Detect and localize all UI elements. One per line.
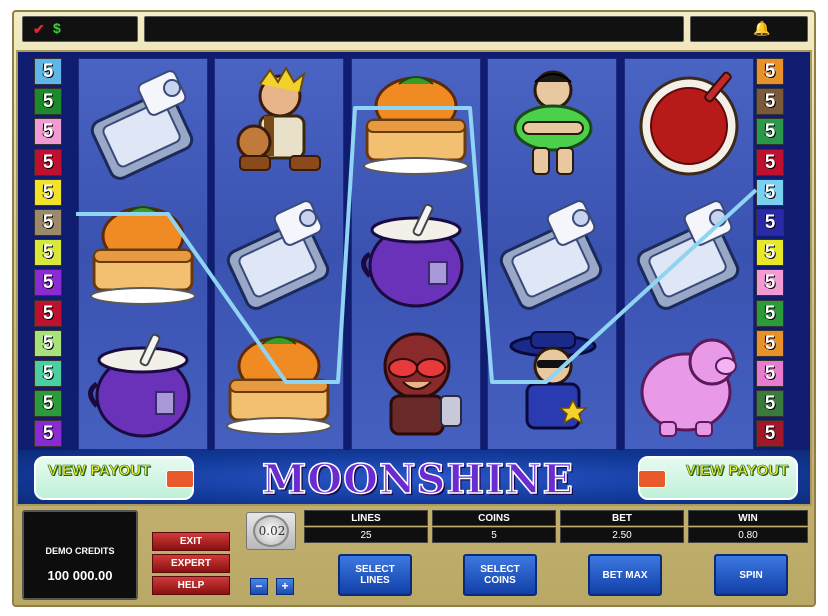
bell-icon[interactable]: 🔔 [753, 20, 770, 37]
sardines-can-symbol [499, 200, 603, 310]
credits-label: DEMO CREDITS [45, 546, 115, 556]
coin-value-display: 0.02 [246, 512, 296, 550]
beans-bowl-symbol [639, 71, 739, 176]
view-payout-right-button[interactable]: VIEW PAYOUT [638, 456, 798, 500]
sheriff-symbol [509, 331, 597, 430]
view-payout-left-label: VIEW PAYOUT [47, 462, 151, 479]
top-bar: ✔ $ 🔔 [22, 16, 808, 44]
win-value: 0.80 [688, 527, 808, 543]
lines-header: LINES [304, 510, 428, 526]
coins-header: COINS [432, 510, 556, 526]
top-right-panel: 🔔 [690, 16, 808, 42]
logo-band: VIEW PAYOUT MOONSHINE VIEW PAYOUT [18, 450, 810, 504]
cauldron-symbol [88, 333, 191, 438]
spin-button[interactable]: SPIN [714, 554, 788, 596]
exit-button[interactable]: EXIT [152, 532, 230, 551]
sardines-can-symbol [636, 200, 740, 310]
moonshiner-symbol [383, 332, 462, 436]
top-left-panel: ✔ $ [22, 16, 138, 42]
view-payout-right-label: VIEW PAYOUT [685, 462, 789, 479]
view-payout-left-button[interactable]: VIEW PAYOUT [34, 456, 194, 500]
control-panel: DEMO CREDITS 100 000.00 EXIT EXPERT HELP… [16, 508, 812, 604]
sardines-can-symbol [90, 70, 194, 180]
hillbilly-banjo-symbol [236, 65, 321, 171]
credits-display: DEMO CREDITS 100 000.00 [22, 510, 138, 600]
expert-button[interactable]: EXPERT [152, 554, 230, 573]
game-area: 5555555555555 5555555555555 VIEW PAYOUT … [16, 50, 812, 506]
pig-symbol [640, 338, 737, 437]
pumpkin-pie-symbol [363, 76, 469, 175]
bottle-cap-icon [638, 470, 666, 488]
cauldron-symbol [361, 203, 464, 308]
bottle-cap-icon [166, 470, 194, 488]
check-icon[interactable]: ✔ [33, 21, 45, 38]
dollar-icon[interactable]: $ [53, 20, 61, 36]
select-coins-button[interactable]: SELECT COINS [463, 554, 537, 596]
win-header: WIN [688, 510, 808, 526]
sardines-can-symbol [226, 200, 330, 310]
coin-minus-button[interactable]: − [250, 578, 268, 595]
bet-value: 2.50 [560, 527, 684, 543]
lines-value: 25 [304, 527, 428, 543]
reel-symbols [88, 65, 740, 438]
select-lines-button[interactable]: SELECT LINES [338, 554, 412, 596]
bet-max-button[interactable]: BET MAX [588, 554, 662, 596]
pumpkin-pie-symbol [90, 206, 196, 305]
pumpkin-pie-symbol [226, 336, 332, 435]
help-button[interactable]: HELP [152, 576, 230, 595]
hillbilly-woman-symbol [513, 70, 593, 175]
bet-header: BET [560, 510, 684, 526]
coins-value: 5 [432, 527, 556, 543]
message-bar [144, 16, 684, 42]
coin-plus-button[interactable]: + [276, 578, 294, 595]
credits-value: 100 000.00 [47, 568, 113, 583]
game-logo: MOONSHINE [261, 455, 574, 504]
coin-value: 0.02 [258, 524, 286, 538]
